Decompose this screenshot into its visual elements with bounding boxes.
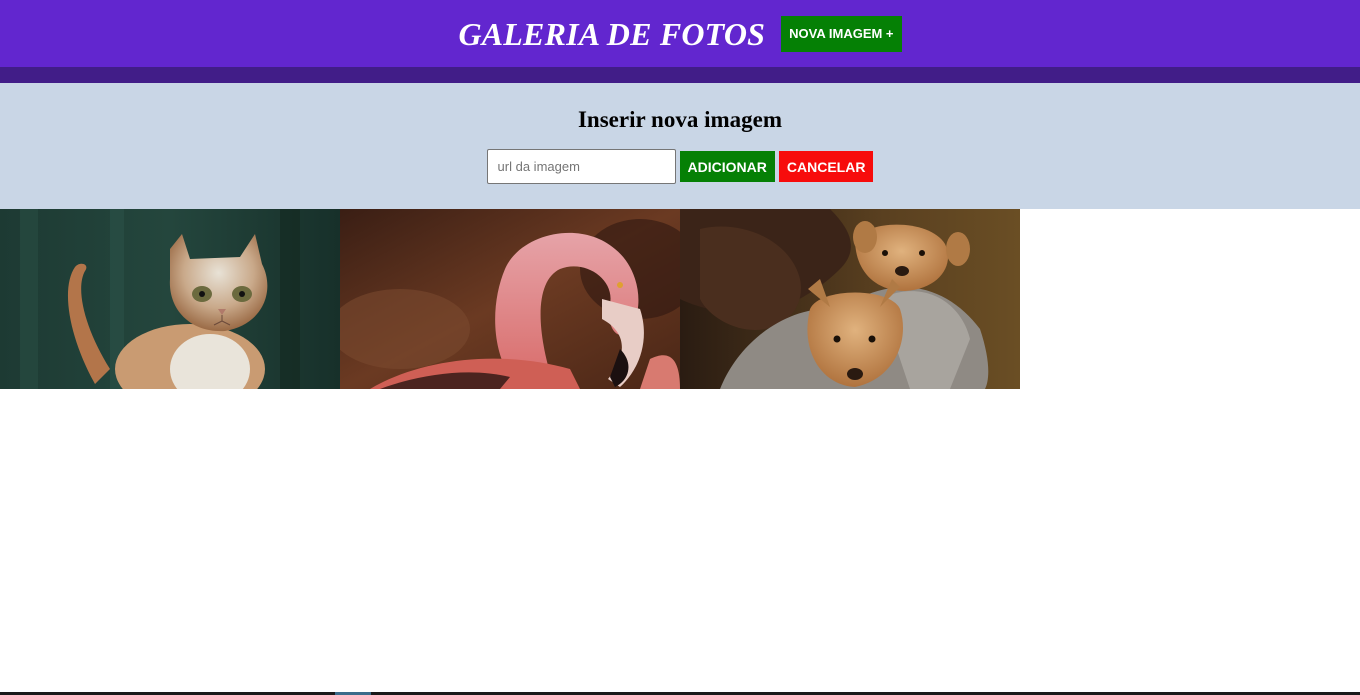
gallery-image-puppies[interactable] [680, 209, 1020, 389]
add-button[interactable]: ADICIONAR [679, 151, 775, 182]
form-title: Inserir nova imagem [577, 107, 782, 132]
form-controls: ADICIONAR CANCELAR [486, 149, 874, 184]
cancel-button[interactable]: CANCELAR [778, 151, 874, 182]
image-url-input[interactable] [486, 149, 676, 184]
new-image-button[interactable]: NOVA IMAGEM + [781, 15, 902, 52]
gallery-image-flamingo[interactable] [340, 209, 680, 389]
new-image-form: Inserir nova imagem ADICIONAR CANCELAR [0, 83, 1360, 209]
photo-gallery [0, 209, 1020, 389]
app-header: GALERIA DE FOTOS NOVA IMAGEM + [0, 0, 1360, 67]
gallery-image-cat[interactable] [0, 209, 340, 389]
header-divider [0, 67, 1360, 83]
page-title: GALERIA DE FOTOS [458, 15, 766, 52]
